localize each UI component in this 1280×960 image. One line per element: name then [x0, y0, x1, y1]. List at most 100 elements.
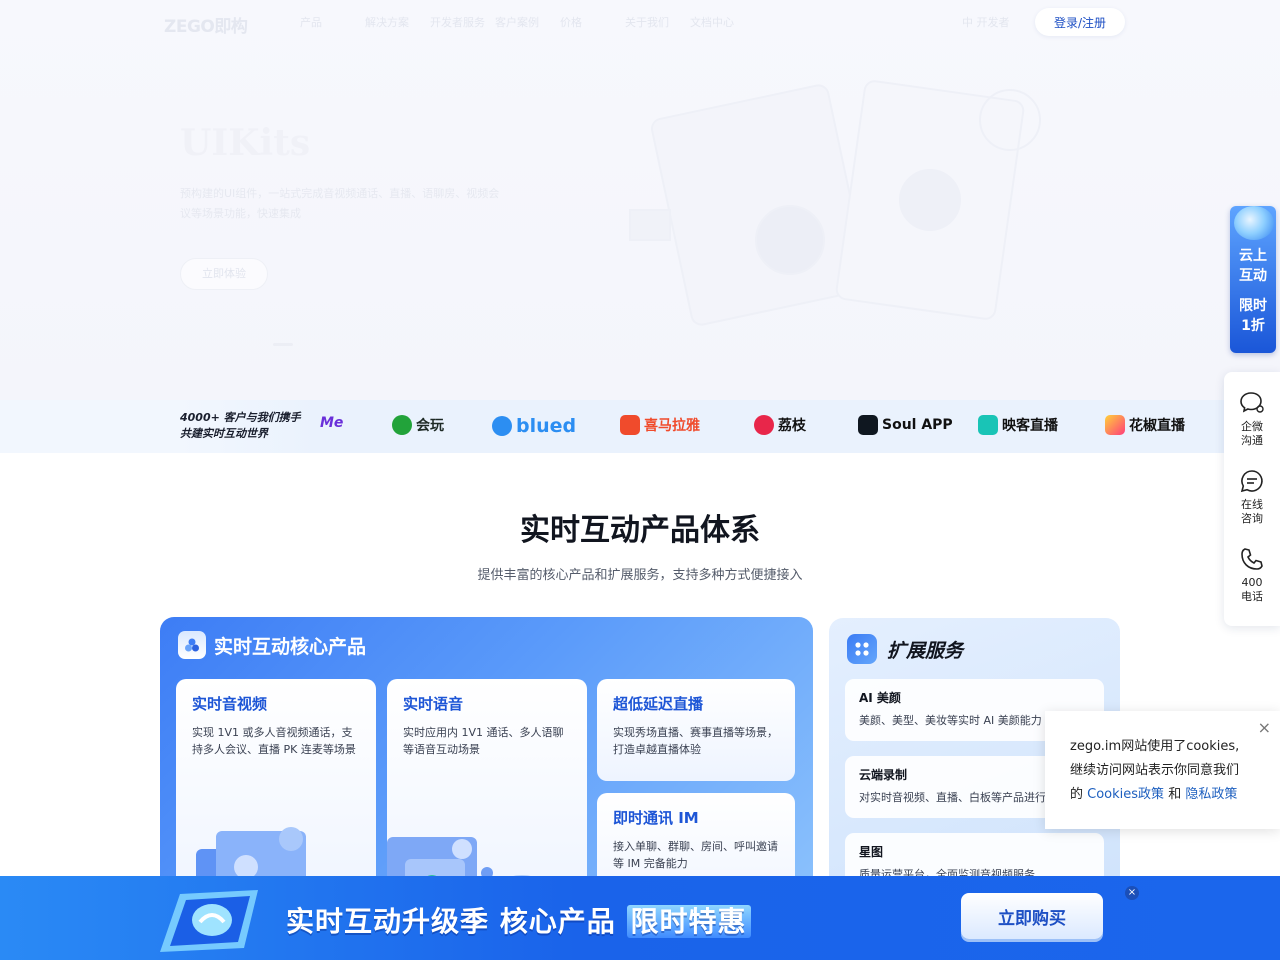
- banner-main-text: 实时互动升级季 核心产品: [286, 905, 616, 938]
- hero-cta-label: 立即体验: [202, 267, 246, 280]
- promo-line4: 1折: [1241, 318, 1265, 334]
- promo-banner[interactable]: 实时互动升级季 核心产品 限时特惠 立即购买 ×: [0, 876, 1280, 960]
- core-products-icon: [178, 631, 206, 659]
- tool-label: 电话: [1241, 590, 1263, 603]
- cookie-text-line1: zego.im网站使用了cookies,: [1070, 739, 1240, 754]
- promo-line3: 限时: [1239, 298, 1267, 314]
- banner-highlight: 限时特惠: [626, 905, 751, 938]
- soul-icon: [858, 415, 878, 435]
- service-card-title: AI 美颜: [859, 691, 901, 705]
- customer-intro: 4000+ 客户与我们携手 共建实时互动世界: [0, 400, 320, 453]
- cookie-text-line3: 的 Cookies政策 和 隐私政策: [1070, 783, 1260, 807]
- huiwan-icon: [392, 415, 412, 435]
- phone-icon: [1241, 548, 1263, 570]
- service-card-title: 星图: [859, 845, 884, 859]
- customer-logo-blued: blued: [492, 415, 576, 437]
- customer-logo-inke: 映客直播: [978, 415, 1058, 435]
- customer-logo-lizhi: 荔枝: [754, 415, 806, 435]
- customer-logo-ximalaya: 喜马拉雅: [620, 415, 700, 435]
- customer-logo-name: Me: [320, 415, 344, 431]
- nav-item-cases[interactable]: 客户案例: [495, 14, 560, 30]
- core-products-header: 实时互动核心产品: [178, 631, 366, 659]
- section-subtitle: 提供丰富的核心产品和扩展服务，支持多种方式便捷接入: [477, 568, 803, 583]
- nav-item-docs[interactable]: 文档中心: [690, 14, 755, 30]
- product-card-desc: 实现 1V1 或多人音视频通话，支持多人会议、直播 PK 连麦等场景: [192, 726, 356, 756]
- side-promo-badge[interactable]: 云上 互动 限时 1折: [1230, 206, 1276, 353]
- ximalaya-icon: [620, 415, 640, 435]
- privacy-policy-link[interactable]: 隐私政策: [1185, 787, 1237, 802]
- tool-wecom[interactable]: 企微 沟通: [1224, 390, 1280, 448]
- nav-item-about[interactable]: 关于我们: [625, 14, 690, 30]
- customer-logo-name: 荔枝: [778, 418, 806, 434]
- product-card-voice[interactable]: 实时语音 实时应用内 1V1 通话、多人语聊等语音互动场景 ↗: [387, 679, 587, 907]
- cookie-text-line2: 继续访问网站表示你同意我们: [1070, 763, 1240, 778]
- tool-label: 400: [1241, 576, 1263, 589]
- promo-orb-icon: [1234, 206, 1274, 240]
- tool-label: 在线: [1241, 498, 1263, 511]
- top-nav: ZEGO即构 产品 解决方案 开发者服务 客户案例 价格 关于我们 文档中心 中…: [0, 0, 1280, 44]
- nav-lang[interactable]: 中 开发者: [962, 14, 1010, 30]
- core-products-panel: 实时互动核心产品 实时音视频 实现 1V1 或多人音视频通话，支持多人会议、直播…: [160, 617, 813, 907]
- wecom-icon: [1240, 392, 1264, 413]
- nav-item-pricing[interactable]: 价格: [560, 14, 625, 30]
- extended-services-header: 扩展服务: [847, 634, 963, 664]
- customer-logo-soul: Soul APP: [858, 415, 953, 435]
- customer-logo-huajiao: 花椒直播: [1105, 415, 1185, 435]
- banner-monitor-icon: [160, 890, 258, 952]
- chat-icon: [1240, 470, 1263, 493]
- customer-logo-name: 映客直播: [1002, 418, 1058, 434]
- logo[interactable]: ZEGO即构: [164, 12, 248, 37]
- section-title: 实时互动产品体系: [520, 513, 760, 548]
- buy-now-button[interactable]: 立即购买: [961, 893, 1103, 939]
- close-icon[interactable]: ×: [1258, 716, 1271, 740]
- tool-label: 咨询: [1241, 512, 1263, 525]
- login-button[interactable]: 登录/注册: [1035, 8, 1125, 36]
- tool-label: 企微: [1241, 420, 1263, 433]
- product-card-desc: 实时应用内 1V1 通话、多人语聊等语音互动场景: [403, 726, 564, 756]
- contact-toolbar: 企微 沟通 在线 咨询 400 电话: [1224, 372, 1280, 626]
- nav-item-developer[interactable]: 开发者服务: [430, 14, 495, 30]
- inke-icon: [978, 415, 998, 435]
- customer-logo-name: 喜马拉雅: [644, 418, 700, 434]
- cookie-notice: × zego.im网站使用了cookies, 继续访问网站表示你同意我们 的 C…: [1045, 711, 1280, 829]
- hero-title: UIKits: [180, 122, 311, 164]
- customer-logo-huiwan: 会玩: [392, 415, 444, 435]
- product-card-title: 超低延迟直播: [613, 695, 704, 713]
- product-card-rtc[interactable]: 实时音视频 实现 1V1 或多人音视频通话，支持多人会议、直播 PK 连麦等场景…: [176, 679, 376, 907]
- customer-logo-name: 花椒直播: [1129, 418, 1185, 434]
- tool-chat[interactable]: 在线 咨询: [1224, 468, 1280, 526]
- cookie-prefix: 的: [1070, 787, 1084, 802]
- nav-menu: 产品 解决方案 开发者服务 客户案例 价格 关于我们 文档中心: [300, 14, 755, 30]
- customer-logo-name: blued: [516, 415, 577, 437]
- banner-close-icon[interactable]: ×: [1125, 886, 1139, 900]
- product-card-title: 实时音视频: [192, 695, 268, 713]
- customer-logo-me: Me: [320, 415, 343, 431]
- hero-description: 预构建的UI组件，一站式完成音视频通话、直播、语聊房、视频会议等场景功能，快速集…: [180, 187, 500, 220]
- nav-item-products[interactable]: 产品: [300, 14, 365, 30]
- lizhi-icon: [754, 415, 774, 435]
- cookies-policy-link[interactable]: Cookies政策: [1087, 787, 1164, 802]
- tool-label: 沟通: [1241, 434, 1263, 447]
- hero-section: ZEGO即构 产品 解决方案 开发者服务 客户案例 价格 关于我们 文档中心 中…: [0, 0, 1280, 400]
- promo-line1: 云上: [1239, 248, 1267, 264]
- product-card-live[interactable]: 超低延迟直播 实现秀场直播、赛事直播等场景，打造卓越直播体验: [597, 679, 795, 781]
- hero-cta-button[interactable]: 立即体验: [180, 258, 268, 290]
- apps-icon: [847, 634, 877, 664]
- product-card-desc: 实现秀场直播、赛事直播等场景，打造卓越直播体验: [613, 726, 778, 756]
- banner-headline: 实时互动升级季 核心产品 限时特惠: [286, 900, 751, 940]
- tool-phone[interactable]: 400 电话: [1224, 546, 1280, 604]
- product-card-title: 实时语音: [403, 695, 464, 713]
- blued-icon: [492, 416, 512, 436]
- cookie-and: 和: [1168, 787, 1182, 802]
- customer-logo-name: Soul APP: [882, 417, 953, 433]
- carousel-indicator[interactable]: [273, 343, 293, 346]
- customer-intro-line2: 共建实时互动世界: [180, 427, 268, 440]
- nav-item-solutions[interactable]: 解决方案: [365, 14, 430, 30]
- extended-services-title: 扩展服务: [887, 639, 964, 662]
- customer-strip: Me 会玩 blued 喜马拉雅 荔枝 Soul APP 映客直播 花椒直播 4…: [0, 400, 1280, 453]
- customer-intro-line1: 4000+ 客户与我们携手: [180, 411, 301, 424]
- product-card-title: 即时通讯 IM: [613, 809, 699, 827]
- promo-line2: 互动: [1239, 268, 1267, 284]
- core-products-title: 实时互动核心产品: [214, 635, 367, 658]
- huajiao-icon: [1105, 415, 1125, 435]
